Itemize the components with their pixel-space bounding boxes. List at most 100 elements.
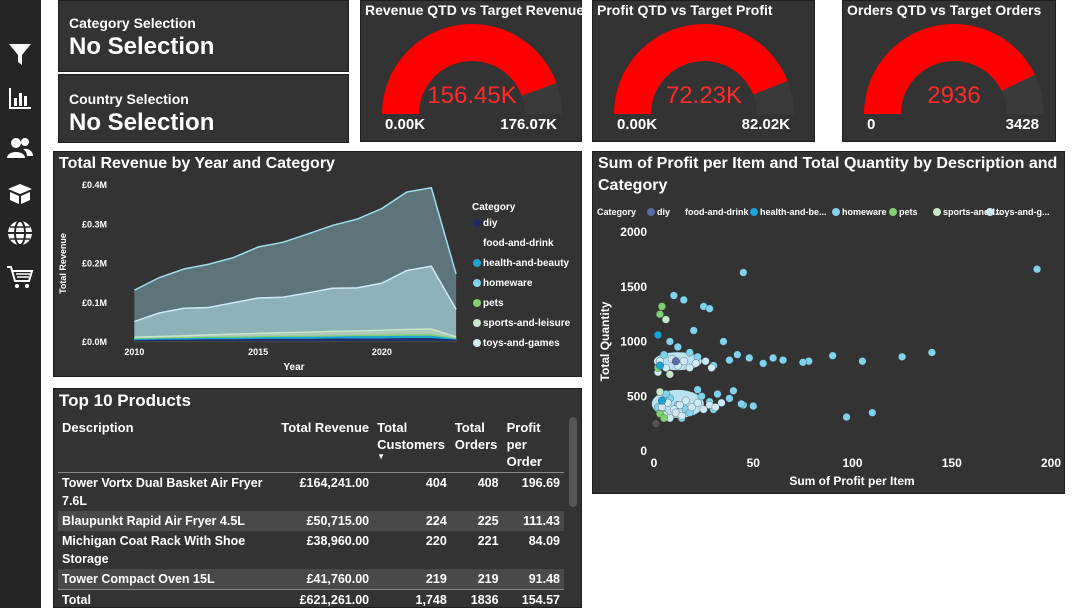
scatter-legend-item[interactable]: food-and-drink xyxy=(685,207,749,217)
scatter-point-pets[interactable] xyxy=(657,302,666,311)
profit-gauge-min: 0.00K xyxy=(617,116,658,133)
profit-gauge-card[interactable]: Profit QTD vs Target Profit 72.23K 0.00K… xyxy=(592,0,815,142)
y-tick-label: £0.0M xyxy=(82,337,107,347)
scatter-point-toys-and-games[interactable] xyxy=(701,357,710,366)
profit-scatter-card[interactable]: Sum of Profit per Item and Total Quantit… xyxy=(592,151,1065,494)
users-icon[interactable] xyxy=(4,134,36,162)
bar-chart-icon[interactable] xyxy=(4,84,36,112)
table-row[interactable]: Michigan Coat Rack With Shoe Storage £38… xyxy=(58,531,564,569)
scatter-point-homeware[interactable] xyxy=(858,357,867,366)
revenue-gauge-max: 176.07K xyxy=(500,116,557,133)
col-description[interactable]: Description xyxy=(58,417,275,473)
scatter-point-homeware[interactable] xyxy=(842,413,851,422)
scatter-point-homeware[interactable] xyxy=(739,268,748,277)
scatter-point-homeware[interactable] xyxy=(868,408,877,417)
col-total-orders[interactable]: Total Orders xyxy=(451,417,503,473)
scatter-point-health-and-beauty[interactable] xyxy=(657,396,666,405)
scatter-point-homeware[interactable] xyxy=(749,402,758,411)
box-icon[interactable] xyxy=(4,180,36,208)
scatter-point-diy[interactable] xyxy=(671,357,680,366)
scatter-point-homeware[interactable] xyxy=(719,337,728,346)
scatter-point-homeware[interactable] xyxy=(725,394,734,403)
scatter-point-health-and-beauty[interactable] xyxy=(656,361,664,370)
scatter-point-homeware[interactable] xyxy=(927,348,936,357)
scatter-point-toys-and-games[interactable] xyxy=(691,359,700,368)
scatter-legend-item[interactable]: health-and-be... xyxy=(760,207,827,217)
scatter-legend-marker xyxy=(750,208,758,216)
scatter-legend-item[interactable]: toys-and-g... xyxy=(996,207,1050,217)
table-row[interactable]: Tower Compact Oven 15L £41,760.00 219 21… xyxy=(58,569,564,590)
orders-gauge-card[interactable]: Orders QTD vs Target Orders 2936 0 3428 xyxy=(842,0,1056,142)
legend-item-pets[interactable]: pets xyxy=(483,298,504,309)
scatter-point-sports-and-leisure[interactable] xyxy=(665,370,674,379)
scatter-point-homeware[interactable] xyxy=(665,337,674,346)
scatter-point-homeware[interactable] xyxy=(898,352,907,361)
legend-item-food-and-drink[interactable]: food-and-drink xyxy=(483,238,554,249)
col-profit-per-order[interactable]: Profit per Order xyxy=(503,417,564,473)
globe-icon[interactable] xyxy=(4,219,36,247)
legend-item-diy[interactable]: diy xyxy=(483,218,498,229)
scatter-point-homeware[interactable] xyxy=(689,326,698,335)
y-tick-label: 1500 xyxy=(620,280,647,294)
country-selection-card[interactable]: Country Selection No Selection xyxy=(58,74,349,143)
scatter-point-homeware[interactable] xyxy=(705,304,714,313)
scatter-point-sports-and-leisure[interactable] xyxy=(656,387,664,396)
cell-total-customers: 1,748 xyxy=(373,589,451,607)
scatter-point-food-and-drink[interactable] xyxy=(652,419,660,428)
scatter-point-homeware[interactable] xyxy=(685,348,694,357)
scatter-point-homeware[interactable] xyxy=(669,291,678,300)
scatter-point-homeware[interactable] xyxy=(745,353,754,362)
cell-profit: 91.48 xyxy=(502,569,564,590)
category-selection-card[interactable]: Category Selection No Selection xyxy=(58,0,349,72)
scatter-point-homeware[interactable] xyxy=(697,392,706,401)
scatter-point-homeware[interactable] xyxy=(828,351,837,360)
scatter-point-toys-and-games[interactable] xyxy=(693,398,702,407)
scatter-point-homeware[interactable] xyxy=(713,390,722,399)
profit-gauge-max: 82.02K xyxy=(741,116,790,133)
scatter-point-health-and-beauty[interactable] xyxy=(654,330,662,339)
y-tick-label: 0 xyxy=(640,444,647,458)
scatter-point-homeware[interactable] xyxy=(673,343,682,351)
scatter-point-homeware[interactable] xyxy=(659,350,668,359)
scatter-point-homeware[interactable] xyxy=(729,386,738,395)
filter-icon[interactable] xyxy=(4,40,36,68)
scatter-point-pets[interactable] xyxy=(659,414,668,423)
table-row[interactable]: Blaupunkt Rapid Air Fryer 4.5L £50,715.0… xyxy=(58,511,564,531)
scatter-point-toys-and-games[interactable] xyxy=(681,396,690,405)
scatter-point-homeware[interactable] xyxy=(737,399,746,408)
table-scrollbar[interactable] xyxy=(569,417,577,507)
scatter-point-homeware[interactable] xyxy=(779,356,787,365)
revenue-area-chart-card[interactable]: Total Revenue by Year and Category £0.0M… xyxy=(53,151,582,377)
cell-description: Michigan Coat Rack With Shoe Storage xyxy=(62,534,246,566)
scatter-point-homeware[interactable] xyxy=(725,356,734,365)
cell-total-profit: 154.57 xyxy=(502,589,564,607)
scatter-legend-item[interactable]: diy xyxy=(657,207,670,217)
scatter-point-homeware[interactable] xyxy=(733,350,742,359)
col-total-customers[interactable]: Total Customers ▼ xyxy=(373,417,451,473)
scatter-point-toys-and-games[interactable] xyxy=(677,412,686,420)
scatter-point-sports-and-leisure[interactable] xyxy=(661,315,670,324)
scatter-point-homeware[interactable] xyxy=(769,353,778,362)
top10-products-card[interactable]: Top 10 Products Description Total Revenu… xyxy=(53,388,582,608)
legend-item-sports-and-leisure[interactable]: sports-and-leisure xyxy=(483,318,571,329)
table-row[interactable]: Tower Vortx Dual Basket Air Fryer 7.6L £… xyxy=(58,472,564,512)
orders-gauge-max: 3428 xyxy=(1005,116,1039,133)
scatter-point-homeware[interactable] xyxy=(679,295,688,304)
scatter-point-homeware[interactable] xyxy=(693,385,702,394)
scatter-legend-item[interactable]: homeware xyxy=(842,207,887,217)
scatter-point-homeware[interactable] xyxy=(693,352,702,361)
scatter-point-homeware[interactable] xyxy=(759,359,768,368)
cart-icon[interactable] xyxy=(4,263,36,291)
revenue-gauge-card[interactable]: Revenue QTD vs Target Revenue 156.45K 0.… xyxy=(360,0,584,142)
scatter-legend-item[interactable]: pets xyxy=(899,207,918,217)
scatter-point-toys-and-games[interactable] xyxy=(717,398,726,407)
legend-item-toys-and-games[interactable]: toys-and-games xyxy=(483,338,560,349)
scatter-point-homeware[interactable] xyxy=(1033,265,1042,274)
legend-item-homeware[interactable]: homeware xyxy=(483,278,533,289)
scatter-point-toys-and-games[interactable] xyxy=(707,363,716,372)
scatter-point-homeware[interactable] xyxy=(798,358,807,367)
col-total-revenue[interactable]: Total Revenue xyxy=(275,417,373,473)
scatter-point-pets[interactable] xyxy=(656,310,664,319)
scatter-point-toys-and-games[interactable] xyxy=(679,357,688,366)
legend-item-health-and-beauty[interactable]: health-and-beauty xyxy=(483,258,570,269)
